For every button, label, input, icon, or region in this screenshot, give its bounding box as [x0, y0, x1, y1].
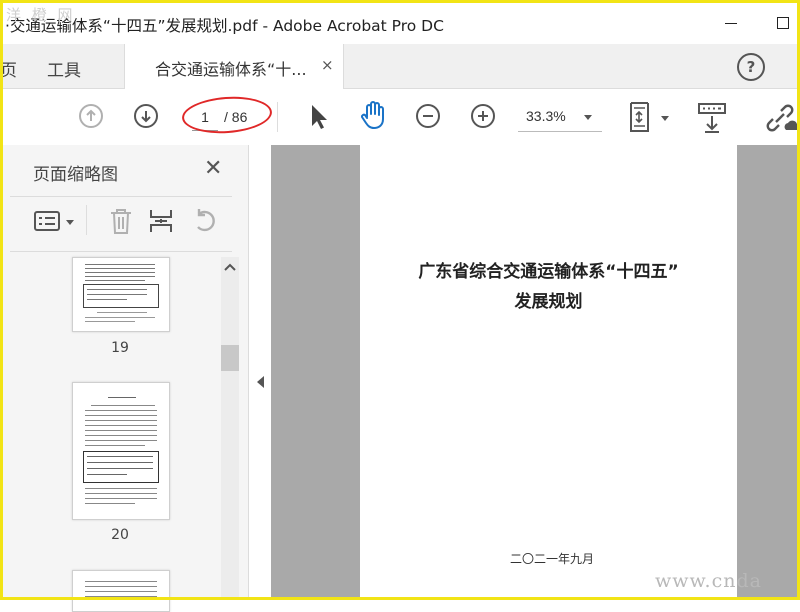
thumbnail-page-number: 20 — [111, 527, 129, 543]
tab-bar: 页 工具 合交通运输体系“十... × ? — [0, 44, 800, 89]
arrow-up-icon — [86, 109, 96, 121]
panel-divider — [10, 251, 232, 252]
document-title-line2: 发展规划 — [514, 292, 583, 312]
collapse-panel-icon[interactable] — [257, 376, 264, 388]
share-link-icon[interactable] — [764, 102, 800, 134]
page-thumbnail[interactable] — [72, 257, 170, 332]
hand-tool-icon[interactable] — [359, 99, 389, 131]
page-thumbnail[interactable] — [72, 570, 170, 612]
minimize-button[interactable] — [718, 9, 746, 37]
options-dropdown-icon[interactable] — [66, 220, 74, 225]
document-title-line1: 广东省综合交通运输体系“十四五” — [418, 262, 679, 282]
page-thumbnail[interactable] — [72, 382, 170, 520]
insert-pages-icon[interactable] — [147, 207, 175, 235]
tab-document-label: 合交通运输体系“十... — [155, 60, 307, 79]
zoom-dropdown-icon[interactable] — [584, 115, 592, 120]
fit-page-dropdown-icon[interactable] — [661, 116, 669, 121]
trash-icon[interactable] — [108, 207, 134, 235]
options-menu-icon[interactable] — [33, 210, 61, 232]
scroll-up-icon[interactable] — [224, 261, 236, 275]
pdf-page[interactable]: 广东省综合交通运输体系“十四五” 发展规划 二〇二一年九月 — [360, 145, 737, 600]
fit-page-icon[interactable] — [628, 100, 658, 134]
arrow-down-icon — [141, 111, 151, 123]
document-date: 二〇二一年九月 — [510, 552, 595, 566]
watermark-url: www.cnda — [655, 570, 762, 592]
tab-tools[interactable]: 工具 — [47, 56, 81, 81]
scrolling-mode-icon[interactable] — [697, 102, 727, 134]
tab-home[interactable]: 页 — [0, 56, 17, 81]
panel-close-icon[interactable]: ✕ — [204, 156, 222, 181]
thumbnails-panel: 页面缩略图 ✕ 19 20 — [0, 145, 249, 612]
watermark-logo: 洋 橙 网 — [6, 6, 76, 24]
select-tool-icon[interactable] — [308, 102, 330, 132]
toolbar: / 86 33.3% — [0, 89, 800, 146]
zoom-in-button[interactable] — [471, 104, 495, 128]
panel-divider — [10, 196, 232, 197]
minus-icon — [423, 115, 433, 117]
plus-icon — [478, 111, 488, 121]
tab-document[interactable]: 合交通运输体系“十... × — [124, 44, 344, 89]
tab-close-icon[interactable]: × — [321, 56, 334, 74]
thumbnails-scrollbar[interactable] — [221, 257, 239, 600]
zoom-underline — [518, 131, 602, 132]
toolbar-divider — [277, 102, 278, 132]
rotate-icon[interactable] — [190, 207, 218, 235]
thumbnail-page-number: 19 — [111, 340, 129, 356]
zoom-level[interactable]: 33.3% — [526, 108, 566, 124]
zoom-out-button[interactable] — [416, 104, 440, 128]
help-icon[interactable]: ? — [737, 53, 765, 81]
title-bar: ·交通运输体系“十四五”发展规划.pdf - Adobe Acrobat Pro… — [0, 0, 800, 44]
panel-collapse-area[interactable] — [249, 145, 271, 600]
maximize-button[interactable] — [769, 9, 797, 37]
previous-page-button[interactable] — [79, 104, 103, 128]
panel-tools-divider — [86, 205, 87, 235]
scrollbar-thumb[interactable] — [221, 345, 239, 371]
panel-title: 页面缩略图 — [33, 165, 118, 185]
next-page-button[interactable] — [134, 104, 158, 128]
